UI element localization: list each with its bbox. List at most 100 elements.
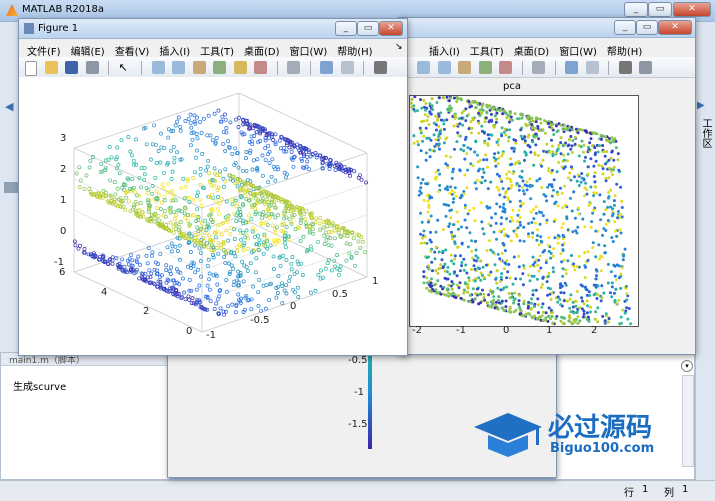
figure1-menu-item[interactable]: 编辑(E)	[71, 43, 105, 58]
figure2-window[interactable]: _ ▭ ✕ 插入(I) 工具(T) 桌面(D) 窗口(W) 帮助(H) pca -2 -…	[398, 17, 696, 355]
workspace-side-tab[interactable]: 工作区	[697, 118, 711, 148]
scatter-point	[131, 158, 136, 163]
pca-point	[478, 259, 482, 263]
pca-point	[619, 231, 623, 235]
pca-point	[425, 194, 429, 198]
figure2-menu-item[interactable]: 工具(T)	[470, 43, 504, 58]
figure2-menu-item[interactable]: 窗口(W)	[559, 43, 597, 58]
scatter-point	[174, 213, 179, 218]
pca-point	[577, 254, 581, 258]
hide-plot-tools-icon[interactable]	[373, 61, 387, 74]
figure2-maximize-button[interactable]: ▭	[636, 20, 658, 35]
rotate-icon[interactable]	[213, 61, 226, 74]
pca-point	[425, 256, 429, 260]
pca-point	[593, 185, 597, 188]
scroll-up-button[interactable]: ▾	[681, 360, 693, 372]
legend-icon[interactable]	[585, 61, 599, 74]
back-arrow-icon[interactable]: ◀	[5, 100, 13, 113]
scatter-point	[228, 120, 233, 125]
scatter-point	[207, 271, 212, 276]
figure1-menu-item[interactable]: 工具(T)	[200, 43, 234, 58]
zoom-in-icon[interactable]	[151, 61, 165, 74]
figure2-close-button[interactable]: ✕	[658, 20, 692, 35]
vertical-scrollbar[interactable]	[682, 375, 694, 467]
pca-point	[613, 274, 617, 278]
data-cursor-icon[interactable]	[233, 61, 247, 74]
pca-point	[500, 299, 504, 303]
link-icon[interactable]	[532, 61, 545, 74]
pca-point	[485, 263, 488, 267]
scatter-point	[244, 228, 249, 233]
folder-icon[interactable]	[4, 182, 18, 193]
show-plot-tools-icon[interactable]	[639, 61, 652, 74]
matlab-minimize-button[interactable]: _	[624, 2, 648, 17]
print-icon[interactable]	[85, 61, 99, 74]
pca-point	[489, 270, 493, 274]
hide-plot-tools-icon[interactable]	[618, 61, 632, 74]
pca-point	[552, 247, 556, 251]
dock-arrow-icon[interactable]: ↘	[395, 42, 403, 52]
colorbar-icon[interactable]	[565, 61, 578, 74]
pca-point	[559, 319, 563, 323]
figure1-titlebar[interactable]: Figure 1 _ ▭ ✕	[19, 19, 407, 39]
pca-point	[549, 123, 553, 127]
scatter-point	[247, 213, 251, 218]
brush-icon[interactable]	[499, 61, 512, 74]
scatter-point	[237, 207, 242, 212]
pca-point	[494, 120, 498, 124]
scatter-point	[239, 237, 243, 242]
legend-icon[interactable]	[340, 61, 354, 74]
pca-point	[583, 285, 587, 289]
figure2-titlebar[interactable]: _ ▭ ✕	[399, 18, 695, 38]
matlab-maximize-button[interactable]: ▭	[648, 2, 672, 17]
rotate-icon[interactable]	[478, 61, 492, 74]
figure2-menu-item[interactable]: 桌面(D)	[514, 43, 550, 58]
figure1-menu-item[interactable]: 查看(V)	[115, 43, 150, 58]
brush-icon[interactable]	[254, 61, 267, 74]
scatter-point	[183, 297, 188, 302]
figure1-minimize-button[interactable]: _	[335, 21, 357, 36]
pca-point	[541, 310, 545, 314]
figure1-menu-item[interactable]: 文件(F)	[27, 43, 61, 58]
arrow-right-icon[interactable]: ▶	[697, 100, 705, 111]
save-icon[interactable]	[65, 61, 78, 74]
pca-point	[575, 310, 579, 314]
pca-point	[583, 186, 587, 190]
pca-point	[446, 107, 450, 111]
new-figure-icon[interactable]	[25, 61, 37, 76]
pan-icon[interactable]	[458, 61, 471, 74]
figure1-menu-item[interactable]: 窗口(W)	[290, 43, 328, 58]
y-tick: 0	[186, 326, 193, 337]
figure1-maximize-button[interactable]: ▭	[357, 21, 379, 36]
edit-plot-icon[interactable]: ↖	[119, 61, 132, 74]
zoom-in-icon[interactable]	[417, 61, 430, 74]
link-icon[interactable]	[287, 61, 300, 74]
scatter-point	[292, 212, 297, 217]
matlab-close-button[interactable]: ✕	[673, 2, 711, 17]
figure1-window[interactable]: Figure 1 _ ▭ ✕ 文件(F) 编辑(E) 查看(V) 插入(I) 工具(T)…	[18, 18, 408, 356]
pca-point	[591, 246, 595, 250]
figure2-menu-item[interactable]: 插入(I)	[429, 43, 460, 58]
figure1-menu-item[interactable]: 插入(I)	[159, 43, 190, 58]
pca-point	[598, 257, 601, 261]
figure2-menu-item[interactable]: 帮助(H)	[607, 43, 642, 58]
pca-point	[534, 211, 538, 215]
pca-point	[456, 227, 460, 231]
pca-point	[515, 182, 519, 185]
pca-point	[573, 216, 577, 220]
scatter-point	[263, 306, 268, 311]
figure1-menu-item[interactable]: 帮助(H)	[337, 43, 372, 58]
figure1-close-button[interactable]: ✕	[379, 21, 403, 36]
scatter-point	[162, 208, 167, 213]
command-window[interactable]: main1.m（脚本） 生成scurve	[0, 352, 170, 480]
pca-point	[541, 302, 545, 306]
pca-point	[525, 124, 529, 128]
zoom-out-icon[interactable]	[172, 61, 185, 74]
scatter-point	[159, 145, 164, 150]
open-file-icon[interactable]	[44, 61, 58, 74]
figure2-minimize-button[interactable]: _	[614, 20, 636, 35]
figure1-menu-item[interactable]: 桌面(D)	[244, 43, 280, 58]
pan-icon[interactable]	[192, 61, 206, 74]
colorbar-icon[interactable]	[320, 61, 333, 74]
zoom-out-icon[interactable]	[437, 61, 451, 74]
